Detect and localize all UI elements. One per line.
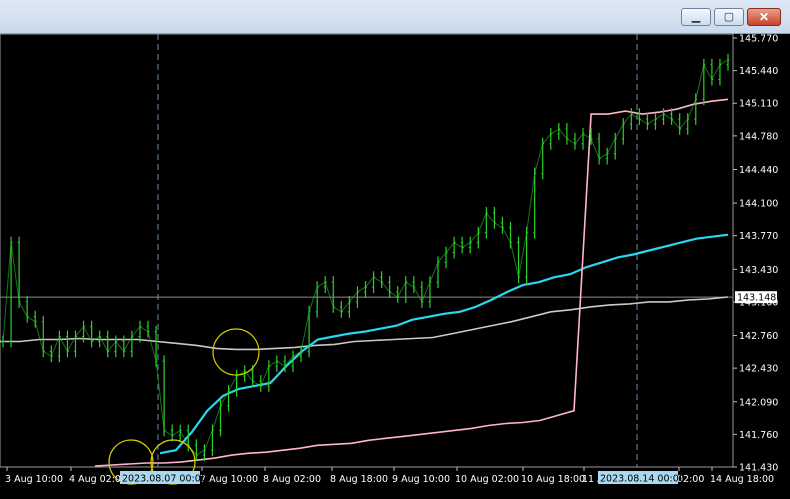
x-tick-label: 14 Aug 18:00 bbox=[710, 474, 774, 485]
x-tick-label: 8 Aug 02:00 bbox=[263, 474, 321, 485]
plot-frame bbox=[0, 34, 734, 468]
minimize-icon: ▁ bbox=[691, 11, 701, 23]
y-tick-label: 145.770 bbox=[739, 34, 778, 45]
close-button[interactable]: ✕ bbox=[747, 8, 781, 26]
crosshair-date-label: 2023.08.14 00:00 bbox=[600, 474, 685, 485]
maximize-button[interactable]: ▢ bbox=[714, 8, 744, 26]
price-chart[interactable]: 145.770 145.440 145.110 144.780 144.440 144.1… bbox=[0, 34, 790, 499]
x-tick-label: 10 Aug 02:00 bbox=[455, 474, 519, 485]
y-tick-label: 143.770 bbox=[739, 231, 778, 242]
y-tick-label: 142.090 bbox=[739, 397, 778, 408]
crosshair-date-label: 2023.08.07 00:00 bbox=[122, 474, 207, 485]
x-tick-label: 8 Aug 18:00 bbox=[330, 474, 388, 485]
current-price-label: 143.148 bbox=[737, 293, 776, 304]
x-tick-label: 10 Aug 18:00 bbox=[521, 474, 585, 485]
window-titlebar: ▁ ▢ ✕ bbox=[0, 0, 790, 34]
y-tick-label: 142.430 bbox=[739, 364, 778, 375]
y-tick-label: 142.760 bbox=[739, 331, 778, 342]
y-tick-label: 145.110 bbox=[739, 99, 778, 110]
y-tick-label: 145.440 bbox=[739, 66, 778, 77]
x-tick-label: 9 Aug 10:00 bbox=[392, 474, 450, 485]
maximize-icon: ▢ bbox=[723, 11, 735, 23]
y-tick-label: 141.430 bbox=[739, 463, 778, 474]
x-tick-label: 7 Aug 10:00 bbox=[200, 474, 258, 485]
y-tick-label: 143.430 bbox=[739, 265, 778, 276]
y-tick-label: 144.780 bbox=[739, 131, 778, 142]
minimize-button[interactable]: ▁ bbox=[681, 8, 711, 26]
y-tick-label: 144.100 bbox=[739, 199, 778, 210]
close-icon: ✕ bbox=[758, 10, 770, 24]
y-tick-label: 144.440 bbox=[739, 165, 778, 176]
x-tick-label: 3 Aug 10:00 bbox=[5, 474, 63, 485]
x-tick-label: 4 Aug 02:00 bbox=[69, 474, 127, 485]
y-tick-label: 141.760 bbox=[739, 430, 778, 441]
chart-area[interactable]: 145.770 145.440 145.110 144.780 144.440 144.1… bbox=[0, 34, 790, 499]
